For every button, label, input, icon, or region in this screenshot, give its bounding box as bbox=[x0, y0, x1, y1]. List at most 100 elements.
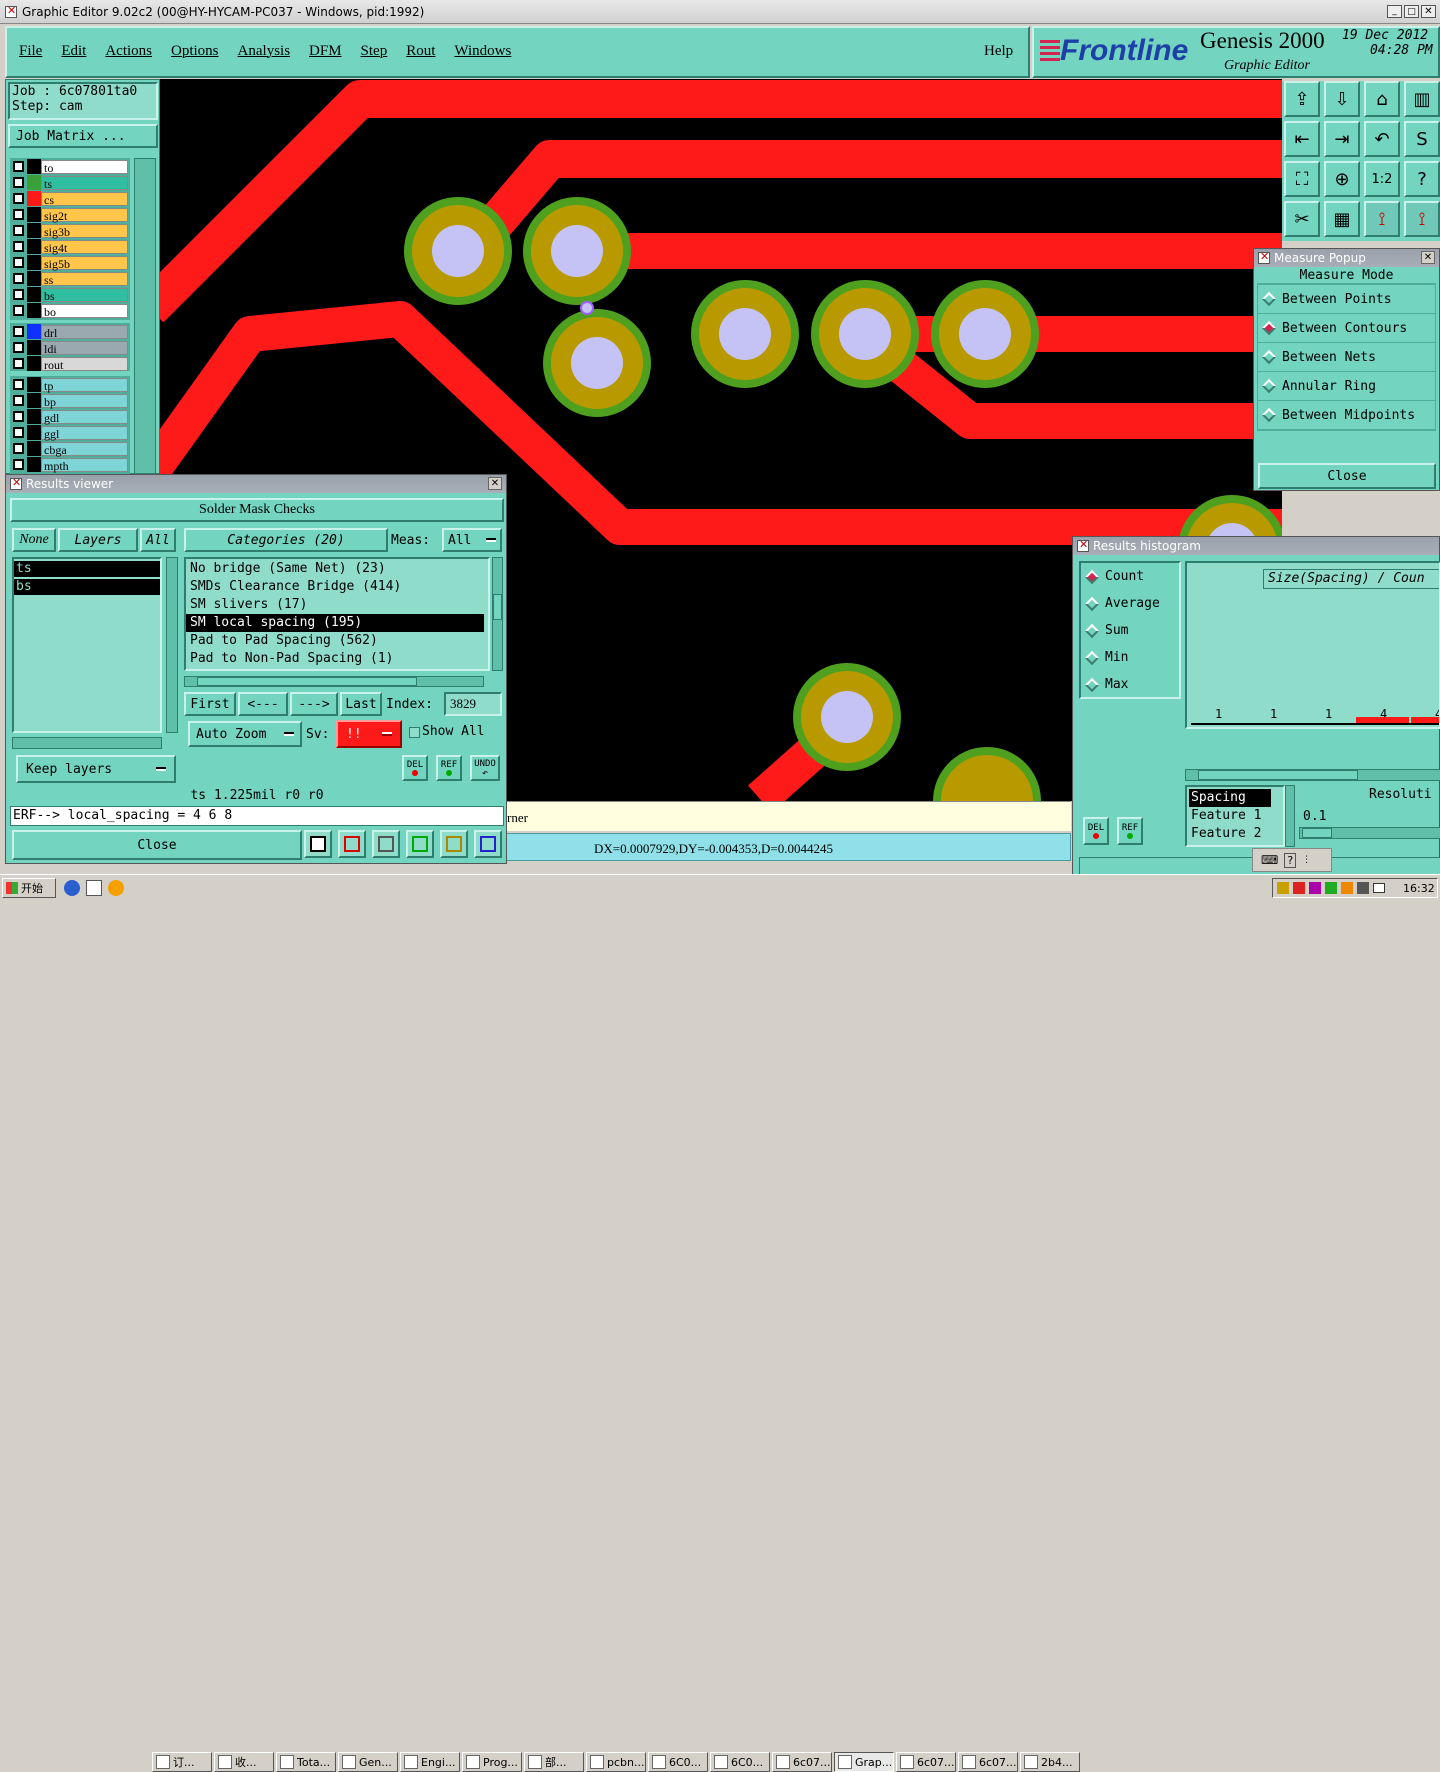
menu-file[interactable]: File bbox=[19, 43, 42, 60]
measure-option-between-points[interactable]: Between Points bbox=[1258, 285, 1435, 314]
hist-ref-button[interactable]: REF bbox=[1117, 817, 1143, 845]
undo-button[interactable]: UNDO ↶ bbox=[470, 755, 500, 781]
sv-select[interactable]: !! bbox=[336, 720, 402, 748]
layer-checkbox[interactable] bbox=[13, 379, 24, 390]
check-name-button[interactable]: Solder Mask Checks bbox=[10, 498, 504, 522]
fit-icon[interactable]: ⛶ bbox=[1284, 161, 1320, 197]
tray-icon[interactable] bbox=[1357, 882, 1369, 894]
field-item[interactable]: Spacing bbox=[1189, 789, 1271, 807]
layer-row-tp[interactable]: tp bbox=[10, 377, 128, 393]
taskbar-item[interactable]: 6C0... bbox=[648, 1752, 708, 1772]
layer-checkbox[interactable] bbox=[13, 305, 24, 316]
mail-icon[interactable] bbox=[1373, 883, 1385, 893]
move-right-icon[interactable]: ⇥ bbox=[1324, 121, 1360, 157]
scroll-thumb[interactable] bbox=[493, 594, 502, 620]
grid-icon[interactable]: ▦ bbox=[1324, 201, 1360, 237]
hist-del-button[interactable]: DEL bbox=[1083, 817, 1109, 845]
layer-row-cbga[interactable]: cbga bbox=[10, 441, 128, 457]
undo-icon[interactable]: ↶ bbox=[1364, 121, 1400, 157]
layer-checkbox[interactable] bbox=[13, 326, 24, 337]
field-list-vscroll[interactable] bbox=[1285, 785, 1295, 847]
scroll-thumb[interactable] bbox=[1198, 770, 1358, 780]
categories-button[interactable]: Categories (20) bbox=[184, 528, 388, 552]
histogram-option-max[interactable]: Max bbox=[1081, 671, 1179, 698]
taskbar-item[interactable]: 2b4... bbox=[1020, 1752, 1080, 1772]
taskbar-item[interactable]: Prog... bbox=[462, 1752, 522, 1772]
ratio-icon[interactable]: 1:2 bbox=[1364, 161, 1400, 197]
close-icon[interactable]: ✕ bbox=[1421, 5, 1436, 18]
layers-button[interactable]: Layers bbox=[58, 528, 138, 552]
chart-icon[interactable] bbox=[474, 830, 502, 858]
menu-options[interactable]: Options bbox=[171, 43, 219, 60]
layer-list-vscroll[interactable] bbox=[166, 557, 178, 733]
resolution-slider[interactable] bbox=[1299, 827, 1440, 839]
layer-checkbox[interactable] bbox=[13, 395, 24, 406]
taskbar-item[interactable]: 6c07... bbox=[958, 1752, 1018, 1772]
field-item[interactable]: Feature 2 bbox=[1189, 825, 1271, 843]
histogram-option-average[interactable]: Average bbox=[1081, 590, 1179, 617]
prev-button[interactable]: <--- bbox=[238, 692, 288, 716]
layer-checkbox[interactable] bbox=[13, 241, 24, 252]
layer-row-mpth[interactable]: mpth bbox=[10, 457, 128, 473]
measure-option-between-nets[interactable]: Between Nets bbox=[1258, 343, 1435, 372]
category-item[interactable]: SMDs Clearance Bridge (414) bbox=[186, 578, 488, 596]
tray-icon[interactable] bbox=[1293, 882, 1305, 894]
layer-count-icon[interactable] bbox=[406, 830, 434, 858]
layer-checkbox[interactable] bbox=[13, 273, 24, 284]
tray-icon[interactable] bbox=[1309, 882, 1321, 894]
close-icon[interactable]: ✕ bbox=[1421, 251, 1435, 264]
ie-icon[interactable] bbox=[64, 880, 80, 896]
category-item[interactable]: Pad to Non-Pad Spacing (1) bbox=[186, 650, 488, 668]
mark-icon[interactable] bbox=[338, 830, 366, 858]
zoom-home-icon[interactable]: ⇪ bbox=[1284, 81, 1320, 117]
index-input[interactable]: 3829 bbox=[444, 692, 502, 716]
category-item[interactable]: SM slivers (17) bbox=[186, 596, 488, 614]
layer-row-ss[interactable]: ss bbox=[10, 271, 128, 287]
route-icon[interactable]: S bbox=[1404, 121, 1440, 157]
layer-checkbox[interactable] bbox=[13, 427, 24, 438]
menu-edit[interactable]: Edit bbox=[61, 43, 86, 60]
taskbar-item[interactable]: 收... bbox=[214, 1752, 274, 1772]
tray-icon[interactable] bbox=[1325, 882, 1337, 894]
delete-feature-icon[interactable] bbox=[372, 830, 400, 858]
last-button[interactable]: Last bbox=[340, 692, 382, 716]
category-vscroll[interactable] bbox=[492, 557, 503, 671]
snap-icon[interactable]: ⇩ bbox=[1324, 81, 1360, 117]
layer-checkbox[interactable] bbox=[13, 225, 24, 236]
taskbar-item[interactable]: 6c07... bbox=[896, 1752, 956, 1772]
taskbar-item[interactable]: Grap... bbox=[834, 1752, 894, 1772]
layer-checkbox[interactable] bbox=[13, 358, 24, 369]
layer-row-sig3b[interactable]: sig3b bbox=[10, 223, 128, 239]
tools-icon[interactable]: ✂ bbox=[1284, 201, 1320, 237]
layer-checkbox[interactable] bbox=[13, 411, 24, 422]
taskbar-item[interactable]: 6c07... bbox=[772, 1752, 832, 1772]
slider-thumb[interactable] bbox=[1302, 828, 1332, 838]
help-icon[interactable]: ? bbox=[1404, 161, 1440, 197]
meas-select[interactable]: All bbox=[442, 528, 502, 552]
layer-row-bo[interactable]: bo bbox=[10, 303, 128, 319]
taskbar-item[interactable]: 订... bbox=[152, 1752, 212, 1772]
menu-actions[interactable]: Actions bbox=[105, 43, 152, 60]
menu-step[interactable]: Step bbox=[361, 43, 388, 60]
taskbar-item[interactable]: 6C0... bbox=[710, 1752, 770, 1772]
layer-row-rout[interactable]: rout bbox=[10, 356, 128, 372]
layer-row-drl[interactable]: drl bbox=[10, 324, 128, 340]
menu-help[interactable]: Help bbox=[984, 43, 1013, 60]
none-button[interactable]: None bbox=[12, 528, 56, 552]
start-button[interactable]: 开始 bbox=[2, 878, 56, 898]
scroll-thumb[interactable] bbox=[197, 677, 417, 686]
keyboard-icon[interactable]: ⌨ bbox=[1261, 853, 1278, 867]
maximize-icon[interactable]: □ bbox=[1404, 5, 1419, 18]
desktop-icon[interactable] bbox=[86, 880, 102, 896]
measure-alt-icon[interactable]: ⟟ bbox=[1404, 201, 1440, 237]
report-icon[interactable] bbox=[440, 830, 468, 858]
layer-list-hscroll[interactable] bbox=[12, 737, 162, 749]
measure-option-between-midpoints[interactable]: Between Midpoints bbox=[1258, 401, 1435, 430]
layer-checkbox[interactable] bbox=[13, 257, 24, 268]
del-button[interactable]: DEL bbox=[402, 755, 428, 781]
histogram-option-count[interactable]: Count bbox=[1081, 563, 1179, 590]
show-all-checkbox[interactable] bbox=[409, 727, 420, 738]
taskbar-item[interactable]: 部... bbox=[524, 1752, 584, 1772]
layer-row-ggl[interactable]: ggl bbox=[10, 425, 128, 441]
taskbar-item[interactable]: Gen... bbox=[338, 1752, 398, 1772]
